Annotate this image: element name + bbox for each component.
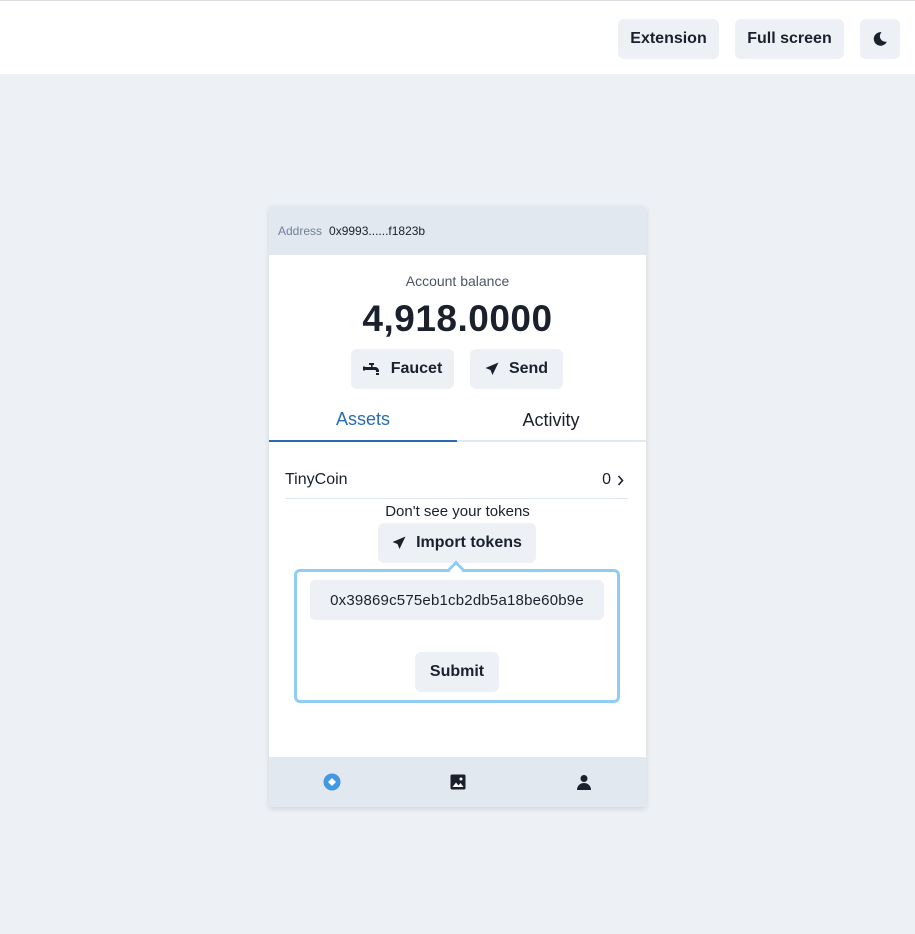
wallet-tabs: Assets Activity	[269, 399, 646, 442]
nav-wallet[interactable]	[269, 757, 394, 807]
balance-label: Account balance	[405, 273, 510, 289]
asset-amount: 0	[602, 471, 611, 488]
tab-assets[interactable]: Assets	[269, 399, 457, 442]
top-bar: Extension Full screen	[0, 0, 915, 74]
fullscreen-button[interactable]: Full screen	[735, 19, 844, 59]
wallet-panel: Address 0x9993......f1823b Account balan…	[269, 206, 646, 807]
theme-toggle-button[interactable]	[860, 19, 900, 59]
tab-activity[interactable]: Activity	[457, 399, 645, 442]
bottom-nav	[269, 757, 646, 807]
no-tokens-text: Don't see your tokens	[385, 503, 530, 520]
send-icon	[392, 536, 406, 550]
address-label: Address	[278, 223, 323, 238]
faucet-label: Faucet	[390, 360, 443, 377]
nav-profile[interactable]	[521, 757, 646, 807]
chevron-right-icon	[617, 474, 624, 486]
faucet-button[interactable]: Faucet	[351, 349, 454, 389]
image-icon	[450, 774, 466, 790]
balance-value: 4,918.0000	[362, 298, 553, 339]
nav-gallery[interactable]	[395, 757, 520, 807]
send-icon	[485, 362, 499, 376]
address-value[interactable]: 0x9993......f1823b	[329, 224, 425, 238]
moon-icon	[872, 31, 888, 47]
send-button[interactable]: Send	[470, 349, 563, 389]
asset-name: TinyCoin	[285, 471, 348, 488]
address-bar: Address 0x9993......f1823b	[269, 206, 646, 255]
send-label: Send	[508, 360, 549, 377]
import-tokens-button[interactable]: Import tokens	[378, 523, 536, 563]
import-tokens-label: Import tokens	[416, 534, 522, 551]
token-address-input[interactable]	[310, 580, 604, 620]
submit-button[interactable]: Submit	[415, 652, 499, 692]
user-icon	[576, 774, 591, 790]
faucet-icon	[362, 362, 381, 376]
asset-row[interactable]: TinyCoin 0	[285, 462, 628, 499]
wallet-icon	[323, 773, 341, 791]
import-token-popover: Submit	[294, 569, 620, 703]
extension-button[interactable]: Extension	[618, 19, 719, 59]
asset-amount-group: 0	[602, 471, 628, 489]
